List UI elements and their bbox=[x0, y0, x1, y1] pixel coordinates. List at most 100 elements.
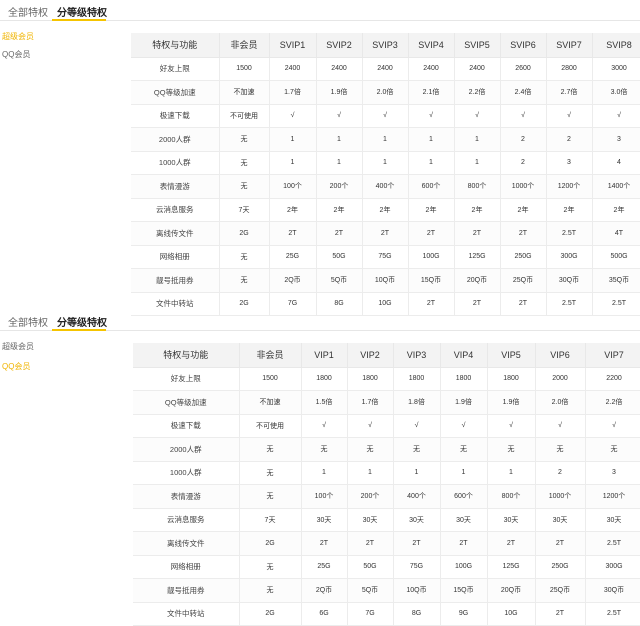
table-cell: 30天 bbox=[535, 508, 586, 532]
table-cell: √ bbox=[535, 414, 586, 438]
column-header: SVIP5 bbox=[454, 33, 501, 58]
feature-name-cell: 云消息服务 bbox=[133, 508, 240, 532]
table-cell: 2年 bbox=[269, 198, 317, 222]
table-cell: 250G bbox=[535, 555, 586, 579]
sidebar-item-qq-vip[interactable]: QQ会员 bbox=[2, 361, 30, 372]
table-cell: 2 bbox=[500, 151, 547, 175]
feature-name-cell: 离线传文件 bbox=[131, 221, 220, 246]
privilege-panel-vip: 全部特权 分等级特权 超级会员 QQ会员 特权与功能 非会员 VIP1 VIP2 VIP… bbox=[0, 310, 640, 626]
table-row: QQ等级加速 不加速 1.7倍 1.9倍 2.0倍 2.1倍 2.2倍 2.4倍 2.7倍 3.0… bbox=[131, 80, 640, 105]
tab-bar: 全部特权 分等级特权 bbox=[0, 0, 640, 21]
table-cell: 1 bbox=[316, 151, 363, 175]
table-cell: 3 bbox=[546, 151, 593, 175]
table-cell: 无 bbox=[219, 174, 270, 199]
active-tab-indicator bbox=[52, 19, 106, 21]
table-cell: 1800 bbox=[301, 367, 348, 391]
table-cell: 2G bbox=[219, 221, 270, 246]
table-cell: 1.7倍 bbox=[269, 80, 317, 105]
table-cell: 1 bbox=[316, 127, 363, 152]
table-cell: 2T bbox=[316, 221, 363, 246]
table-cell: 无 bbox=[239, 484, 302, 509]
table-cell: 无 bbox=[440, 437, 488, 462]
table-row: 极速下载 不可使用 √ √ √ √ √ √ √ bbox=[133, 414, 640, 438]
tab-tier-privileges[interactable]: 分等级特权 bbox=[57, 314, 107, 329]
table-cell: 2400 bbox=[454, 57, 501, 81]
table-row: 离线传文件 2G 2T 2T 2T 2T 2T 2T 2.5T bbox=[133, 531, 640, 556]
table-row: 靓号抵用券无 2Q币 5Q币 10Q币 15Q币 20Q币 25Q币 30Q币 bbox=[133, 578, 640, 603]
table-cell: 2T bbox=[347, 531, 394, 556]
tab-tier-privileges[interactable]: 分等级特权 bbox=[57, 4, 107, 19]
table-cell: 6G bbox=[301, 602, 348, 626]
table-cell: 2.0倍 bbox=[535, 390, 586, 415]
table-cell: 2T bbox=[535, 602, 586, 626]
table-cell: 1000个 bbox=[500, 174, 547, 199]
table-cell: 2000 bbox=[535, 367, 586, 391]
column-header: VIP2 bbox=[347, 343, 394, 368]
table-row: 文件中转站 2G 6G 7G 8G 9G 10G 2T 2.5T bbox=[133, 602, 640, 626]
table-cell: 无 bbox=[239, 437, 302, 462]
table-cell: 2.5T bbox=[546, 221, 593, 246]
feature-name-cell: 表情漫游 bbox=[133, 484, 240, 509]
table-cell: 2年 bbox=[316, 198, 363, 222]
table-cell: 2400 bbox=[316, 57, 363, 81]
table-cell: 2.5T bbox=[585, 602, 640, 626]
table-cell: 2.1倍 bbox=[408, 80, 455, 105]
table-cell: 1 bbox=[301, 461, 348, 485]
table-cell: 2200 bbox=[585, 367, 640, 391]
table-cell: 2.2倍 bbox=[454, 80, 501, 105]
table-cell: 1200个 bbox=[546, 174, 593, 199]
table-cell: 无 bbox=[239, 578, 302, 603]
table-cell: 1500 bbox=[239, 367, 302, 391]
table-cell: 200个 bbox=[347, 484, 394, 509]
table-row: 靓号抵用券无 2Q币 5Q币 10Q币 15Q币 20Q币 25Q币 30Q币 35Q币 bbox=[131, 268, 640, 293]
table-cell: 10Q币 bbox=[393, 578, 441, 603]
table-cell: 1.5倍 bbox=[301, 390, 348, 415]
table-cell: 2Q币 bbox=[301, 578, 348, 603]
table-cell: 1800 bbox=[487, 367, 536, 391]
column-header: VIP6 bbox=[535, 343, 586, 368]
table-cell: 2T bbox=[269, 221, 317, 246]
table-cell: 100个 bbox=[301, 484, 348, 509]
feature-name-cell: 2000人群 bbox=[133, 437, 240, 462]
column-header: SVIP4 bbox=[408, 33, 455, 58]
table-cell: √ bbox=[585, 414, 640, 438]
table-cell: 2400 bbox=[269, 57, 317, 81]
table-cell: 400个 bbox=[393, 484, 441, 509]
table-cell: √ bbox=[316, 104, 363, 128]
table-cell: 2年 bbox=[500, 198, 547, 222]
table-cell: 2年 bbox=[362, 198, 409, 222]
table-cell: 2T bbox=[454, 221, 501, 246]
table-row: QQ等级加速 不加速 1.5倍 1.7倍 1.8倍 1.9倍 1.9倍 2.0倍 2.2倍 bbox=[133, 390, 640, 415]
table-cell: 20Q币 bbox=[454, 268, 501, 293]
table-cell: 7天 bbox=[219, 198, 270, 222]
table-cell: 2.0倍 bbox=[362, 80, 409, 105]
table-cell: 30天 bbox=[487, 508, 536, 532]
table-cell: 30天 bbox=[393, 508, 441, 532]
table-cell: 3.0倍 bbox=[592, 80, 640, 105]
table-cell: 2T bbox=[408, 221, 455, 246]
tab-bar: 全部特权 分等级特权 bbox=[0, 310, 640, 331]
sidebar-item-svip[interactable]: 超级会员 bbox=[2, 31, 34, 42]
table-cell: 100G bbox=[408, 245, 455, 269]
tab-all-privileges[interactable]: 全部特权 bbox=[8, 4, 48, 19]
feature-name-cell: 表情漫游 bbox=[131, 174, 220, 199]
table-cell: 1000个 bbox=[535, 484, 586, 509]
table-cell: √ bbox=[546, 104, 593, 128]
table-cell: 50G bbox=[347, 555, 394, 579]
table-row: 1000人群无 1 1 1 1 1 2 3 4 bbox=[131, 151, 640, 175]
sidebar-item-svip[interactable]: 超级会员 bbox=[2, 341, 34, 352]
table-cell: √ bbox=[347, 414, 394, 438]
privilege-table: 特权与功能 非会员 SVIP1 SVIP2 SVIP3 SVIP4 SVIP5 SVIP6 SV… bbox=[131, 33, 640, 316]
tab-all-privileges[interactable]: 全部特权 bbox=[8, 314, 48, 329]
table-cell: 1500 bbox=[219, 57, 270, 81]
table-cell: 1.9倍 bbox=[440, 390, 488, 415]
table-cell: 10G bbox=[487, 602, 536, 626]
table-cell: 5Q币 bbox=[316, 268, 363, 293]
table-cell: 5Q币 bbox=[347, 578, 394, 603]
table-cell: 无 bbox=[393, 437, 441, 462]
table-cell: 2 bbox=[535, 461, 586, 485]
table-cell: 无 bbox=[347, 437, 394, 462]
table-cell: 3000 bbox=[592, 57, 640, 81]
sidebar-item-qq-vip[interactable]: QQ会员 bbox=[2, 49, 30, 60]
table-cell: 2400 bbox=[362, 57, 409, 81]
